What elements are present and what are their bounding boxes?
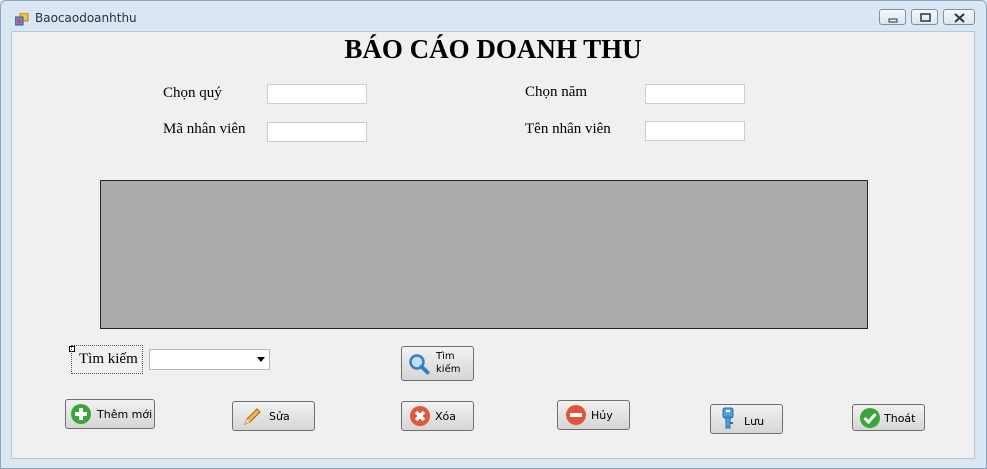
add-button[interactable]: Thêm mới	[65, 399, 155, 429]
year-input[interactable]	[645, 84, 745, 104]
search-button[interactable]: Tìm kiếm	[401, 346, 474, 381]
title-bar: Baocaodoanhthu	[1, 1, 986, 31]
maximize-icon	[920, 13, 931, 22]
minimize-button[interactable]	[879, 9, 906, 25]
minus-icon	[565, 404, 587, 426]
employee-id-input[interactable]	[267, 122, 367, 142]
chevron-down-icon[interactable]	[257, 357, 265, 362]
form-body: BÁO CÁO DOANH THU Chọn quý Chọn năm Mã n…	[11, 31, 975, 459]
search-button-label-line2: kiếm	[436, 364, 461, 375]
revenue-data-grid[interactable]	[100, 180, 868, 329]
close-button[interactable]	[943, 9, 975, 25]
delete-button[interactable]: Xóa	[401, 401, 474, 431]
pencil-icon	[241, 406, 263, 428]
app-icon	[14, 11, 29, 26]
search-combo[interactable]	[149, 349, 270, 370]
checkmark-icon	[859, 407, 881, 429]
cancel-button-label: Hủy	[591, 409, 613, 422]
main-window: Baocaodoanhthu BÁO CÁO DOANH THU Chọn qu…	[0, 0, 987, 469]
key-icon	[718, 407, 740, 429]
quarter-input[interactable]	[267, 84, 367, 104]
edit-button[interactable]: Sửa	[232, 401, 315, 431]
year-label: Chọn năm	[525, 84, 588, 100]
exit-button[interactable]: Thoát	[852, 404, 925, 431]
employee-id-label: Mã nhân viên	[163, 121, 246, 137]
plus-icon	[70, 403, 92, 425]
save-button-label: Lưu	[744, 415, 765, 428]
minimize-icon	[888, 18, 898, 23]
exit-button-label: Thoát	[884, 412, 916, 425]
employee-name-label: Tên nhân viên	[525, 121, 611, 137]
maximize-button[interactable]	[911, 9, 938, 25]
save-button[interactable]: Lưu	[710, 404, 783, 434]
cancel-button[interactable]: Hủy	[557, 400, 630, 430]
add-button-label: Thêm mới	[97, 408, 153, 421]
search-button-label-line1: Tìm	[436, 351, 455, 362]
close-icon	[954, 13, 965, 23]
page-title: BÁO CÁO DOANH THU	[344, 34, 642, 64]
search-icon	[408, 353, 430, 375]
edit-button-label: Sửa	[269, 410, 290, 423]
employee-name-input[interactable]	[645, 121, 745, 141]
window-title: Baocaodoanhthu	[35, 11, 137, 25]
delete-icon	[409, 405, 431, 427]
delete-button-label: Xóa	[435, 410, 457, 423]
quarter-label: Chọn quý	[163, 85, 222, 101]
search-label: Tìm kiếm	[71, 345, 143, 374]
